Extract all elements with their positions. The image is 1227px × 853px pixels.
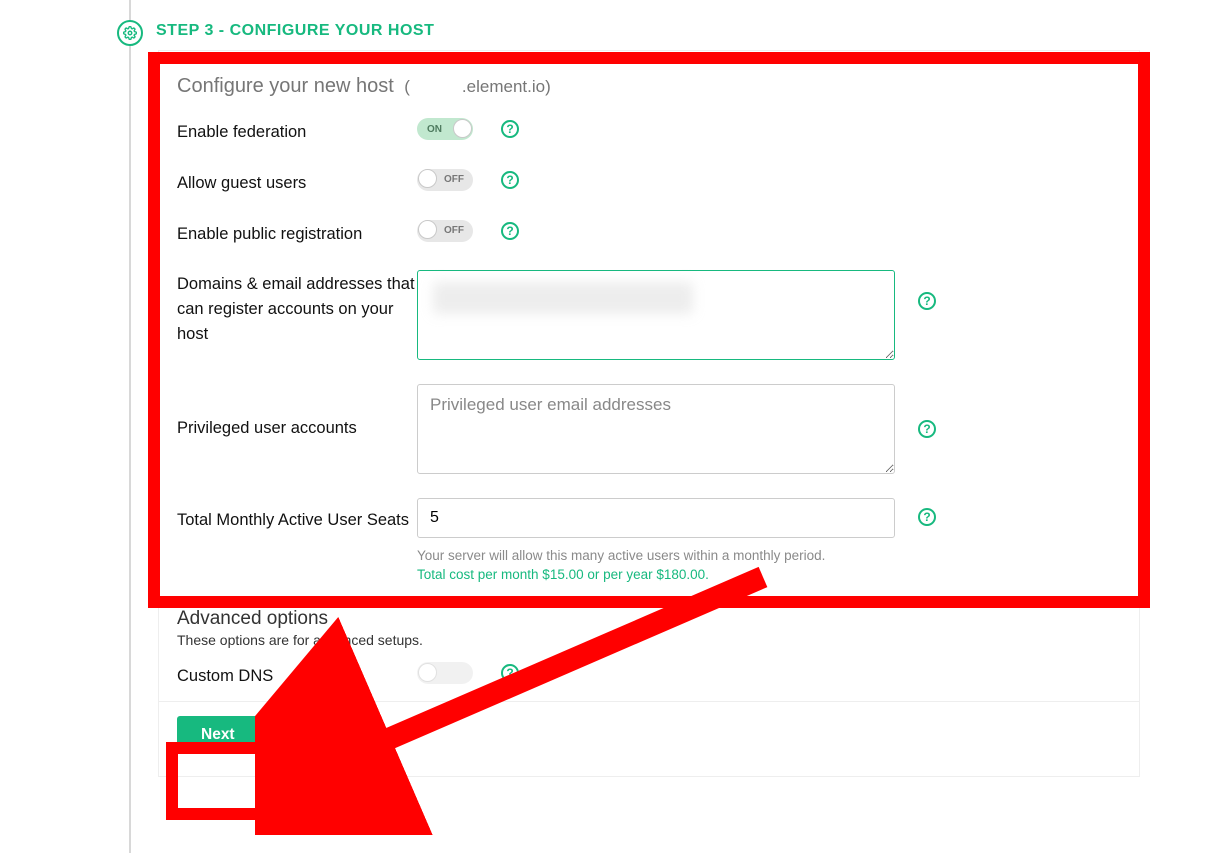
federation-label: Enable federation [177,118,417,145]
help-icon[interactable]: ? [501,664,519,682]
privileged-input[interactable] [417,384,895,474]
toggle-off-text: OFF [444,174,464,185]
help-icon[interactable]: ? [501,171,519,189]
toggle-on-text: ON [427,124,442,135]
guest-label: Allow guest users [177,169,417,196]
help-icon[interactable]: ? [501,222,519,240]
help-icon[interactable]: ? [918,420,936,438]
help-icon[interactable]: ? [918,292,936,310]
help-icon[interactable]: ? [918,508,936,526]
host-suffix: .element.io) [462,77,551,96]
toggle-knob [418,169,437,188]
privileged-label: Privileged user accounts [177,384,417,441]
panel-host: ( .element.io) [404,77,551,96]
toggle-knob [418,220,437,239]
step-title: STEP 3 - CONFIGURE YOUR HOST [156,22,434,40]
toggle-knob [418,663,437,682]
custom-dns-label: Custom DNS [177,662,417,689]
row-privileged: Privileged user accounts ? [159,372,1139,486]
advanced-subtitle: These options are for advanced setups. [177,632,1121,648]
configure-panel: Configure your new host ( .element.io) En… [158,50,1140,777]
panel-footer: Next [159,701,1139,776]
domains-input[interactable] [417,270,895,360]
seats-cost-text: Total cost per month $15.00 or per year … [417,567,907,582]
custom-dns-toggle[interactable] [417,662,473,684]
row-seats: Total Monthly Active User Seats Your ser… [159,486,1139,594]
row-federation: Enable federation ON ? [159,106,1139,157]
panel-header: Configure your new host ( .element.io) [159,51,1139,106]
gear-icon [123,26,137,40]
seats-help-text: Your server will allow this many active … [417,548,907,563]
domains-label: Domains & email addresses that can regis… [177,270,417,346]
timeline-line [129,0,131,853]
row-guest: Allow guest users OFF ? [159,157,1139,208]
seats-input[interactable] [417,498,895,538]
public-reg-toggle[interactable]: OFF [417,220,473,242]
row-domains: Domains & email addresses that can regis… [159,258,1139,372]
guest-toggle[interactable]: OFF [417,169,473,191]
row-public-reg: Enable public registration OFF ? [159,208,1139,259]
panel-title: Configure your new host [177,75,394,97]
federation-toggle[interactable]: ON [417,118,473,140]
help-icon[interactable]: ? [501,120,519,138]
public-reg-label: Enable public registration [177,220,417,247]
next-button[interactable]: Next [177,716,259,754]
toggle-off-text: OFF [444,225,464,236]
toggle-knob [453,119,472,138]
step-icon [117,20,143,46]
advanced-section: Advanced options These options are for a… [159,594,1139,650]
seats-label: Total Monthly Active User Seats [177,498,417,533]
advanced-title: Advanced options [177,608,1121,630]
host-prefix: ( [404,77,410,96]
row-custom-dns: Custom DNS ? [159,650,1139,701]
